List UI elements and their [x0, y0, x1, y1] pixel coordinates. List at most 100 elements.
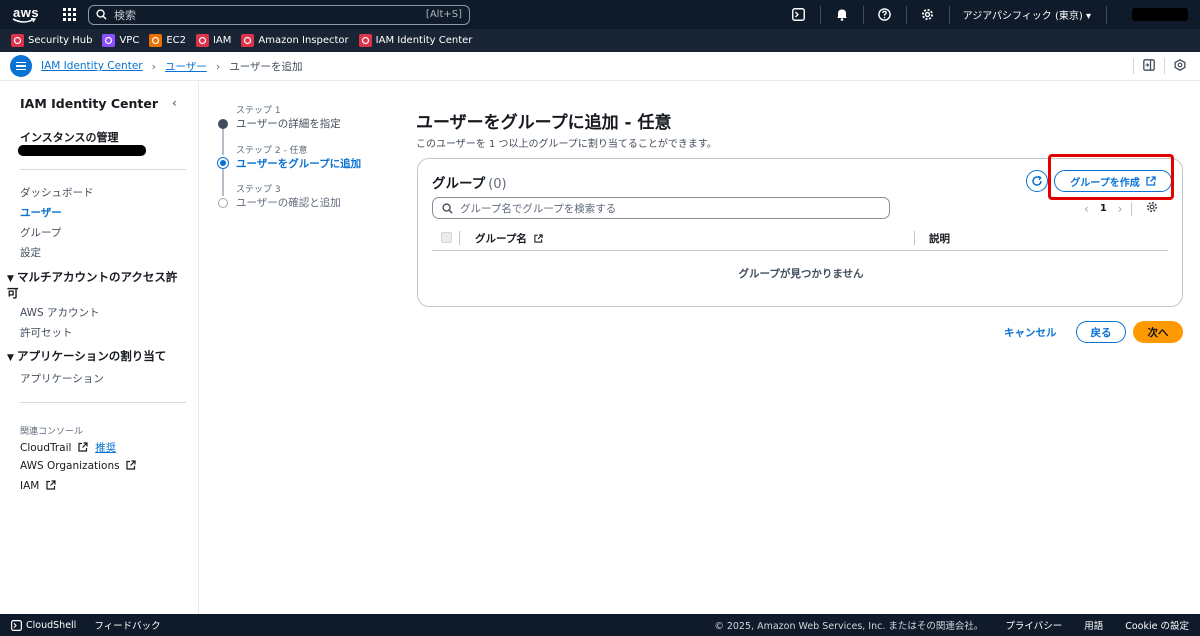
services-menu-icon[interactable]	[63, 7, 77, 22]
favorite-label: IAM	[212, 35, 232, 46]
section-label: アプリケーションの割り当て	[17, 349, 167, 363]
chevron-left-icon[interactable]: ‹	[1084, 202, 1089, 216]
sidebar-item-settings[interactable]: 設定	[20, 245, 41, 260]
gear-icon[interactable]	[921, 8, 935, 22]
account-menu[interactable]	[1132, 8, 1188, 21]
hamburger-menu-icon[interactable]	[10, 55, 32, 77]
cookie-settings-link[interactable]: Cookie の設定	[1125, 618, 1189, 632]
section-label: マルチアカウントのアクセス許可	[7, 270, 178, 300]
step-3-label: ステップ 3	[236, 185, 281, 195]
side-navigation: IAM Identity Center ‹ インスタンスの管理 ダッシュボード …	[0, 81, 199, 614]
fav-ec2[interactable]: EC2	[149, 34, 186, 47]
step-3-label-name: ユーザーの確認と追加	[236, 197, 341, 209]
group-search-input[interactable]: グループ名でグループを検索する	[432, 197, 890, 219]
cancel-button[interactable]: キャンセル	[1004, 325, 1057, 340]
breadcrumb-iam-identity-center[interactable]: IAM Identity Center	[41, 60, 143, 72]
fav-iam[interactable]: IAM	[195, 34, 232, 47]
breadcrumb-users[interactable]: ユーザー	[165, 59, 207, 74]
caret-down-icon: ▼	[7, 274, 14, 284]
pager-divider	[1130, 201, 1132, 216]
organizations-label: AWS Organizations	[20, 460, 120, 472]
region-selector[interactable]: アジアパシフィック (東京) ▾	[963, 7, 1091, 22]
column-divider	[459, 231, 460, 245]
next-button[interactable]: 次へ	[1133, 321, 1183, 343]
external-link-icon	[46, 480, 56, 490]
feedback-link[interactable]: フィードバック	[94, 618, 160, 632]
ec2-icon	[149, 34, 163, 47]
table-settings-gear-icon[interactable]	[1146, 201, 1158, 216]
table-header: グループ名 説明	[432, 225, 1168, 251]
search-shortcut: [Alt+S]	[425, 9, 462, 20]
chevron-right-icon: ›	[151, 59, 157, 73]
iam-icon	[195, 34, 209, 47]
step-complete-icon	[218, 119, 228, 129]
step-1-link[interactable]: ユーザーの詳細を指定	[236, 116, 341, 131]
groups-count: (0)	[488, 177, 507, 192]
instance-id-redacted	[18, 145, 146, 156]
sidebar-item-aws-accounts[interactable]: AWS アカウント	[20, 305, 100, 320]
cloudshell-link[interactable]: CloudShell	[11, 620, 76, 631]
search-icon	[96, 9, 107, 20]
step-connector	[222, 169, 224, 196]
breadcrumb-bar: IAM Identity Center › ユーザー › ユーザーを追加	[0, 52, 1200, 81]
caret-down-icon: ▼	[7, 353, 14, 363]
inspector-icon	[241, 34, 255, 47]
tools-icon[interactable]	[1174, 58, 1186, 74]
annotation-highlight-box	[1048, 154, 1174, 200]
help-icon[interactable]	[878, 8, 892, 22]
back-button[interactable]: 戻る	[1076, 321, 1126, 343]
select-all-checkbox[interactable]	[441, 232, 452, 243]
identity-center-icon	[358, 34, 372, 47]
fav-amazon-inspector[interactable]: Amazon Inspector	[241, 34, 349, 47]
cloudshell-icon[interactable]	[792, 8, 806, 22]
chevron-right-icon[interactable]: ›	[1118, 202, 1123, 216]
empty-state-text: グループが見つかりません	[738, 268, 864, 280]
sidebar-item-cloudtrail[interactable]: CloudTrail 推奨	[20, 440, 116, 455]
groups-panel-title: グループ (0)	[432, 172, 507, 192]
favorite-label: IAM Identity Center	[375, 35, 473, 46]
sidebar-item-applications[interactable]: アプリケーション	[20, 371, 104, 386]
fav-vpc[interactable]: VPC	[102, 34, 139, 47]
sidebar-item-iam[interactable]: IAM	[20, 480, 56, 492]
copyright-text: © 2025, Amazon Web Services, Inc. またはその関…	[714, 621, 984, 632]
bell-icon[interactable]	[835, 8, 849, 22]
breadcrumb: IAM Identity Center › ユーザー › ユーザーを追加	[41, 59, 303, 74]
sidebar-item-aws-organizations[interactable]: AWS Organizations	[20, 460, 136, 472]
info-panel-icon[interactable]	[1143, 58, 1155, 74]
sidebar-item-dashboard[interactable]: ダッシュボード	[20, 185, 94, 200]
aws-logo[interactable]: aws	[11, 4, 43, 26]
instance-heading: インスタンスの管理	[20, 131, 119, 144]
fav-iam-identity-center[interactable]: IAM Identity Center	[358, 34, 473, 47]
search-placeholder: 検索	[114, 8, 136, 22]
sidebar-item-groups[interactable]: グループ	[20, 225, 61, 240]
global-search-input[interactable]: 検索 [Alt+S]	[88, 4, 470, 25]
step-2-label: ステップ 2 - 任意	[236, 146, 308, 156]
caret-down-icon: ▾	[1085, 11, 1091, 22]
region-label: アジアパシフィック (東京)	[962, 11, 1083, 22]
sidebar-item-users[interactable]: ユーザー	[20, 205, 62, 220]
fav-security-hub[interactable]: Security Hub	[11, 34, 92, 47]
chevron-right-icon: ›	[215, 59, 221, 73]
column-header-group-name[interactable]: グループ名	[475, 231, 543, 246]
column-divider	[914, 231, 915, 245]
step-pending-icon	[218, 198, 228, 208]
sidebar-section-applications[interactable]: ▼ アプリケーションの割り当て	[7, 349, 187, 365]
recommended-badge[interactable]: 推奨	[95, 442, 116, 454]
cloudtrail-label: CloudTrail	[20, 442, 72, 454]
sidebar-title[interactable]: IAM Identity Center	[20, 96, 158, 111]
refresh-button[interactable]	[1026, 170, 1048, 192]
collapse-sidebar-icon[interactable]: ‹	[172, 96, 177, 110]
favorites-bar: Security Hub VPC EC2 IAM Amazon Inspector IAM…	[0, 29, 1200, 52]
top-navigation: aws 検索 [Alt+S] アジアパシフィック (東京) ▾	[0, 0, 1200, 29]
terms-link[interactable]: 用語	[1084, 618, 1103, 632]
privacy-link[interactable]: プライバシー	[1005, 618, 1062, 632]
refresh-icon	[1032, 175, 1042, 186]
sidebar-item-permission-sets[interactable]: 許可セット	[20, 325, 73, 340]
favorite-label: VPC	[119, 35, 140, 46]
step-1-label: ステップ 1	[236, 106, 281, 116]
page-number[interactable]: 1	[1100, 203, 1107, 214]
column-header-description[interactable]: 説明	[929, 231, 950, 246]
sidebar-section-multi-account[interactable]: ▼ マルチアカウントのアクセス許可	[7, 270, 187, 300]
group-name-label: グループ名	[475, 233, 527, 245]
external-link-icon	[533, 234, 543, 243]
